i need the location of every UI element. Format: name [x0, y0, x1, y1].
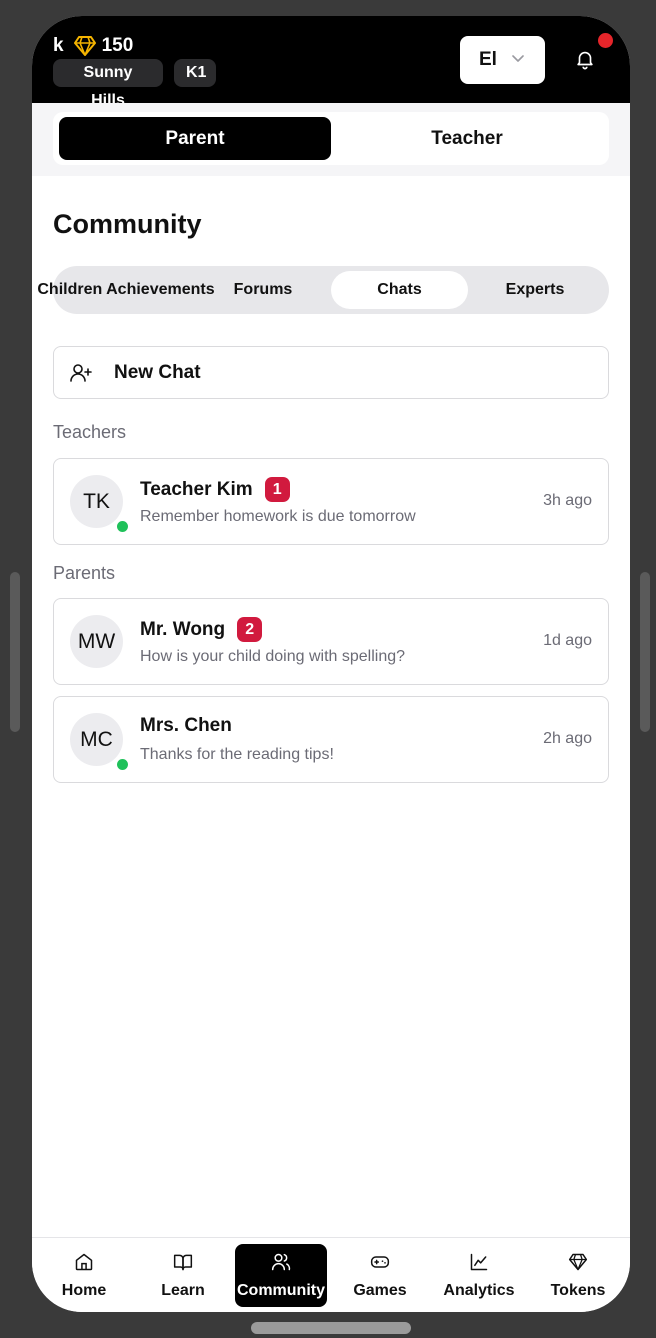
- device-side-button-left: [10, 572, 20, 732]
- device-side-button-right: [640, 572, 650, 732]
- section-title-parents: Parents: [53, 563, 116, 583]
- bottom-nav: Home Learn Community Games Analytics Tok…: [32, 1237, 630, 1312]
- nav-tokens[interactable]: Tokens: [532, 1244, 624, 1307]
- language-select[interactable]: El: [460, 36, 545, 84]
- new-chat-label: New Chat: [114, 362, 201, 383]
- nav-home[interactable]: Home: [38, 1244, 130, 1307]
- tab-chats[interactable]: Chats: [331, 271, 468, 309]
- bell-icon[interactable]: [574, 48, 596, 70]
- school-badge: Sunny Hills: [53, 59, 163, 109]
- gem-count: 150: [101, 35, 134, 56]
- role-parent-button[interactable]: Parent: [59, 117, 331, 160]
- avatar: MW: [70, 615, 123, 668]
- community-tabs: Children Achievements Forums Chats Exper…: [37, 266, 609, 314]
- nav-label: Games: [353, 1282, 407, 1299]
- chat-name-row: Teacher Kim 1: [140, 477, 290, 502]
- nav-label: Home: [61, 1282, 107, 1299]
- gem-icon: [568, 1253, 588, 1271]
- users-icon: [271, 1253, 291, 1271]
- user-info: k 150: [53, 35, 133, 57]
- chart-icon: [470, 1253, 488, 1271]
- gamepad-icon: [370, 1256, 390, 1268]
- chat-preview: Remember homework is due tomorrow: [140, 508, 416, 525]
- online-indicator: [115, 519, 130, 534]
- chat-time: 1d ago: [543, 632, 592, 649]
- nav-label: Learn: [161, 1282, 205, 1299]
- nav-games[interactable]: Games: [334, 1244, 426, 1307]
- tab-experts[interactable]: Experts: [477, 271, 593, 309]
- notification-dot: [598, 33, 613, 48]
- role-teacher-button[interactable]: Teacher: [331, 117, 603, 160]
- add-user-icon: [70, 364, 92, 382]
- chat-item-teacher-kim[interactable]: TK Teacher Kim 1 Remember homework is du…: [53, 458, 609, 545]
- tab-children-achievements[interactable]: Children Achievements: [36, 271, 216, 309]
- unread-badge: 1: [264, 477, 290, 502]
- chat-time: 3h ago: [543, 492, 592, 509]
- tab-forums[interactable]: Forums: [215, 271, 311, 309]
- online-indicator: [115, 757, 130, 772]
- nav-learn[interactable]: Learn: [137, 1244, 229, 1307]
- new-chat-button[interactable]: New Chat: [53, 346, 609, 399]
- top-bar: k 150 Sunny Hills K1 El: [32, 16, 630, 109]
- nav-label: Tokens: [550, 1282, 606, 1299]
- role-toggle-area: Parent Teacher: [32, 103, 630, 176]
- nav-analytics[interactable]: Analytics: [433, 1244, 525, 1307]
- home-indicator: [251, 1322, 411, 1334]
- book-icon: [173, 1254, 193, 1271]
- chat-preview: Thanks for the reading tips!: [140, 746, 334, 763]
- avatar: TK: [70, 475, 123, 528]
- gem-icon: [73, 36, 96, 56]
- chat-preview: How is your child doing with spelling?: [140, 648, 406, 665]
- chat-name: Mr. Wong: [140, 618, 226, 640]
- language-value: El: [479, 49, 497, 70]
- nav-label: Community: [237, 1282, 325, 1299]
- chat-item-mr-wong[interactable]: MW Mr. Wong 2 How is your child doing wi…: [53, 598, 609, 685]
- chat-name: Teacher Kim: [140, 478, 253, 500]
- chat-time: 2h ago: [543, 730, 592, 747]
- chevron-down-icon: [512, 55, 524, 62]
- chat-name-row: Mr. Wong 2: [140, 617, 263, 642]
- role-toggle: Parent Teacher: [53, 112, 609, 165]
- chat-name: Mrs. Chen: [140, 715, 232, 736]
- avatar: MC: [70, 713, 123, 766]
- user-initial: k: [53, 35, 64, 56]
- phone-screen: k 150 Sunny Hills K1 El Parent Teacher C…: [32, 16, 630, 1312]
- chat-item-mrs-chen[interactable]: MC Mrs. Chen Thanks for the reading tips…: [53, 696, 609, 783]
- page-title: Community: [53, 209, 202, 239]
- nav-label: Analytics: [443, 1282, 515, 1299]
- grade-badge: K1: [174, 59, 216, 87]
- unread-badge: 2: [237, 617, 263, 642]
- section-title-teachers: Teachers: [53, 422, 127, 442]
- home-icon: [75, 1253, 93, 1271]
- nav-community[interactable]: Community: [235, 1244, 327, 1307]
- chat-name-row: Mrs. Chen: [140, 715, 232, 737]
